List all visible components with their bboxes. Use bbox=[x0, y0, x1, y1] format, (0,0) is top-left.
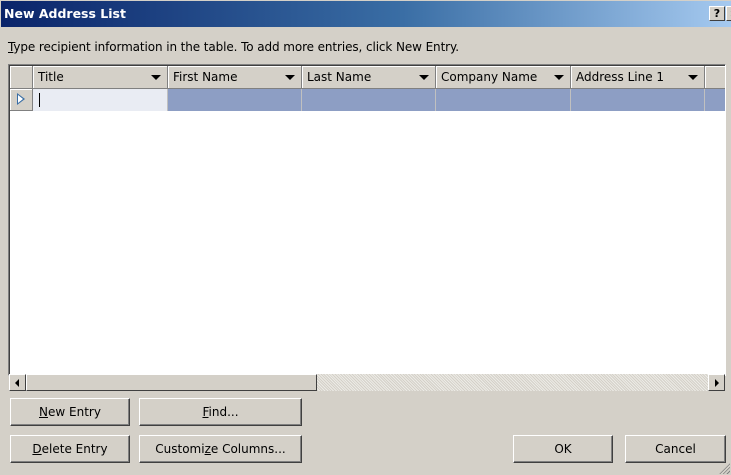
column-header-label: Title bbox=[38, 70, 64, 84]
title-bar[interactable]: New Address List ? × bbox=[1, 1, 731, 27]
column-header-next[interactable] bbox=[705, 66, 725, 89]
column-header-label: Address Line 1 bbox=[576, 70, 665, 84]
address-table[interactable]: Title First Name Last Name Company Name … bbox=[8, 64, 726, 376]
column-header-title[interactable]: Title bbox=[33, 66, 168, 89]
ok-button[interactable]: OK bbox=[513, 435, 613, 463]
row-header-corner bbox=[10, 66, 33, 89]
scrollbar-thumb[interactable] bbox=[26, 374, 317, 391]
delete-entry-label: elete Entry bbox=[41, 442, 108, 456]
dropdown-arrow-icon[interactable] bbox=[151, 75, 161, 80]
table-frame: Title First Name Last Name Company Name … bbox=[9, 65, 725, 375]
find-button[interactable]: Find... bbox=[139, 398, 302, 426]
dropdown-arrow-icon[interactable] bbox=[419, 75, 429, 80]
cancel-button[interactable]: Cancel bbox=[625, 435, 726, 463]
dropdown-arrow-icon[interactable] bbox=[688, 75, 698, 80]
help-button[interactable]: ? bbox=[709, 6, 725, 21]
find-label: ind... bbox=[208, 405, 239, 419]
column-header-company-name[interactable]: Company Name bbox=[436, 66, 571, 89]
column-header-label: Last Name bbox=[307, 70, 372, 84]
new-entry-button[interactable]: New Entry bbox=[10, 398, 130, 426]
column-header-first-name[interactable]: First Name bbox=[168, 66, 302, 89]
row-selector[interactable] bbox=[10, 89, 33, 111]
table-header-row: Title First Name Last Name Company Name … bbox=[10, 66, 725, 89]
resize-grip-icon[interactable] bbox=[718, 462, 730, 474]
close-button[interactable]: × bbox=[726, 6, 731, 21]
delete-entry-button[interactable]: Delete Entry bbox=[10, 435, 130, 463]
new-entry-label: ew Entry bbox=[48, 405, 101, 419]
scroll-left-button[interactable] bbox=[9, 374, 26, 391]
table-cell-address-line-1[interactable] bbox=[571, 89, 705, 111]
column-header-last-name[interactable]: Last Name bbox=[302, 66, 436, 89]
arrow-left-icon bbox=[15, 379, 19, 387]
arrow-right-icon bbox=[715, 379, 719, 387]
column-header-label: First Name bbox=[173, 70, 238, 84]
table-row[interactable] bbox=[10, 89, 725, 111]
dropdown-arrow-icon[interactable] bbox=[285, 75, 295, 80]
instruction-text: Type recipient information in the table.… bbox=[8, 40, 459, 54]
text-caret bbox=[39, 93, 40, 107]
dropdown-arrow-icon[interactable] bbox=[554, 75, 564, 80]
column-header-label: Company Name bbox=[441, 70, 538, 84]
table-cell-title[interactable] bbox=[33, 89, 168, 111]
new-address-list-dialog: New Address List ? × Type recipient info… bbox=[0, 0, 731, 475]
new-entry-accel: N bbox=[39, 405, 49, 419]
delete-entry-accel: D bbox=[32, 442, 42, 456]
horizontal-scrollbar[interactable] bbox=[9, 374, 725, 391]
table-cell-company-name[interactable] bbox=[436, 89, 571, 111]
customize-columns-button[interactable]: Customize Columns... bbox=[139, 435, 302, 463]
window-title: New Address List bbox=[4, 6, 126, 21]
table-cell-next[interactable] bbox=[705, 89, 725, 111]
current-row-arrow-icon bbox=[17, 93, 25, 105]
table-cell-first-name[interactable] bbox=[168, 89, 302, 111]
customize-columns-label-pre: Customi bbox=[155, 442, 205, 456]
instruction-rest: ype recipient information in the table. … bbox=[13, 40, 460, 54]
customize-columns-label-rest: e Columns... bbox=[210, 442, 286, 456]
table-cell-last-name[interactable] bbox=[302, 89, 436, 111]
column-header-address-line-1[interactable]: Address Line 1 bbox=[571, 66, 705, 89]
scroll-right-button[interactable] bbox=[708, 374, 725, 391]
